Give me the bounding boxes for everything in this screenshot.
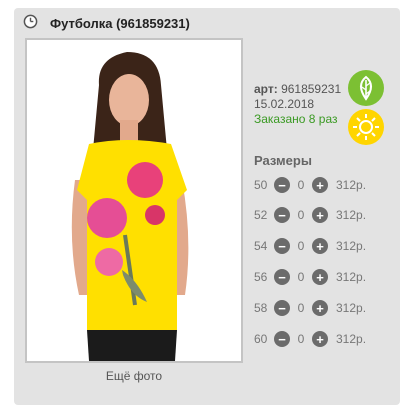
price: 312р. bbox=[336, 301, 367, 315]
plus-icon: + bbox=[316, 177, 324, 193]
price: 312р. bbox=[336, 239, 367, 253]
product-info: арт: 961859231 15.02.2018 Заказано 8 раз bbox=[254, 82, 341, 127]
price: 312р. bbox=[336, 178, 367, 192]
plus-button[interactable]: + bbox=[312, 300, 328, 316]
minus-button[interactable]: − bbox=[274, 177, 290, 193]
sizes-title: Размеры bbox=[254, 153, 312, 168]
sun-icon bbox=[348, 109, 384, 145]
ordered-count: Заказано 8 раз bbox=[254, 112, 338, 126]
size-row: 60 − 0 + 312р. bbox=[254, 330, 366, 348]
minus-button[interactable]: − bbox=[274, 331, 290, 347]
size-row: 50 − 0 + 312р. bbox=[254, 176, 366, 194]
size-label: 50 bbox=[254, 178, 268, 192]
minus-icon: − bbox=[278, 207, 286, 223]
plus-icon: + bbox=[316, 269, 324, 285]
product-title: Футболка (961859231) bbox=[50, 16, 190, 31]
quantity-value: 0 bbox=[297, 301, 305, 315]
size-label: 60 bbox=[254, 332, 268, 346]
product-date: 15.02.2018 bbox=[254, 97, 315, 111]
minus-button[interactable]: − bbox=[274, 269, 290, 285]
article-label: арт: bbox=[254, 82, 278, 96]
plus-icon: + bbox=[316, 331, 324, 347]
quantity-value: 0 bbox=[297, 270, 305, 284]
plus-icon: + bbox=[316, 300, 324, 316]
product-image bbox=[27, 40, 241, 361]
quantity-value: 0 bbox=[297, 332, 305, 346]
minus-icon: − bbox=[278, 269, 286, 285]
article-number: 961859231 bbox=[281, 82, 342, 96]
price: 312р. bbox=[336, 270, 367, 284]
minus-button[interactable]: − bbox=[274, 238, 290, 254]
minus-icon: − bbox=[278, 177, 286, 193]
product-card: Футболка (961859231) Ещё фото арт: 96185… bbox=[14, 8, 400, 405]
plus-button[interactable]: + bbox=[312, 207, 328, 223]
quantity-value: 0 bbox=[297, 178, 305, 192]
minus-button[interactable]: − bbox=[274, 300, 290, 316]
quantity-value: 0 bbox=[297, 239, 305, 253]
size-label: 56 bbox=[254, 270, 268, 284]
size-row: 54 − 0 + 312р. bbox=[254, 237, 366, 255]
price: 312р. bbox=[336, 208, 367, 222]
plus-button[interactable]: + bbox=[312, 269, 328, 285]
plus-icon: + bbox=[316, 207, 324, 223]
plus-button[interactable]: + bbox=[312, 331, 328, 347]
quantity-value: 0 bbox=[297, 208, 305, 222]
card-header: Футболка (961859231) bbox=[14, 8, 400, 38]
more-photos-link[interactable]: Ещё фото bbox=[25, 369, 243, 383]
plus-icon: + bbox=[316, 238, 324, 254]
minus-icon: − bbox=[278, 238, 286, 254]
size-row: 58 − 0 + 312р. bbox=[254, 299, 366, 317]
size-label: 58 bbox=[254, 301, 268, 315]
plus-button[interactable]: + bbox=[312, 177, 328, 193]
leaf-icon bbox=[348, 70, 384, 106]
size-label: 52 bbox=[254, 208, 268, 222]
clock-icon bbox=[23, 14, 38, 29]
size-row: 52 − 0 + 312р. bbox=[254, 206, 366, 224]
minus-icon: − bbox=[278, 300, 286, 316]
size-label: 54 bbox=[254, 239, 268, 253]
plus-button[interactable]: + bbox=[312, 238, 328, 254]
minus-button[interactable]: − bbox=[274, 207, 290, 223]
product-photo[interactable] bbox=[25, 38, 243, 363]
price: 312р. bbox=[336, 332, 367, 346]
minus-icon: − bbox=[278, 331, 286, 347]
size-row: 56 − 0 + 312р. bbox=[254, 268, 366, 286]
